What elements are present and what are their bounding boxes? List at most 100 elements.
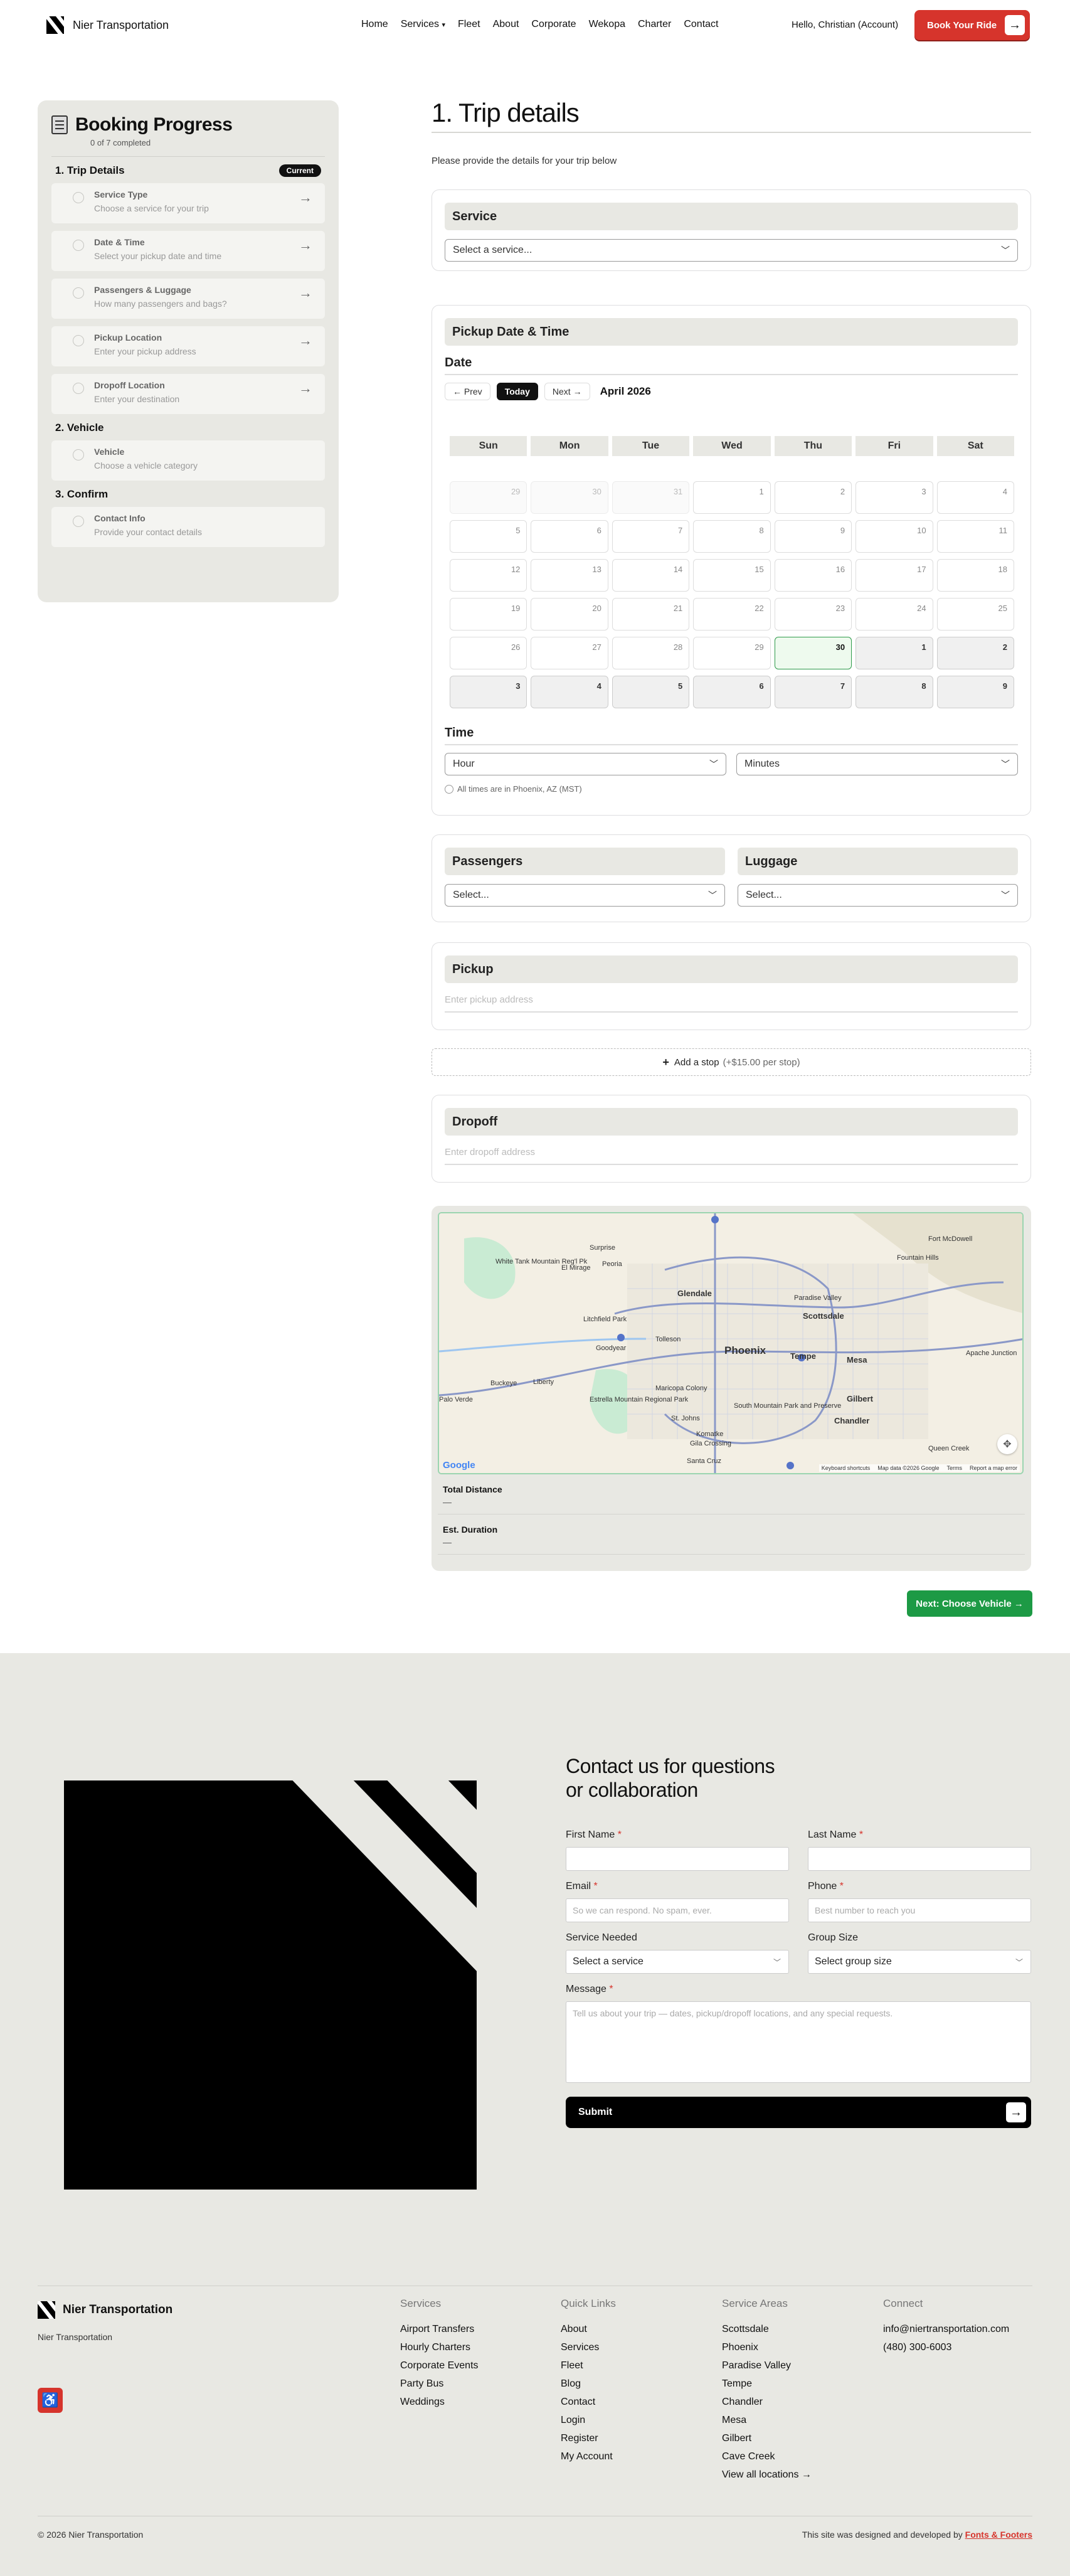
- map-place-label: Goodyear: [596, 1344, 627, 1352]
- message-textarea[interactable]: Tell us about your trip — dates, pickup/…: [566, 2001, 1031, 2083]
- footer-link[interactable]: Cave Creek: [722, 2451, 812, 2462]
- calendar-day[interactable]: 8: [855, 676, 933, 708]
- footer-link[interactable]: Contact: [561, 2397, 616, 2408]
- chevron-down-icon: ﹀: [1001, 245, 1010, 255]
- footer-link[interactable]: Weddings: [400, 2397, 479, 2408]
- footer-link[interactable]: Mesa: [722, 2415, 812, 2426]
- report-map-error-link[interactable]: Report a map error: [970, 1465, 1017, 1471]
- calendar-day: 27: [531, 637, 608, 669]
- calendar-day[interactable]: 9: [936, 676, 1014, 708]
- accessibility-icon[interactable]: ♿: [38, 2388, 63, 2413]
- footer-link[interactable]: Gilbert: [722, 2433, 812, 2444]
- service-select[interactable]: Select a service... ﹀: [445, 239, 1018, 262]
- nav-wekopa[interactable]: Wekopa: [589, 19, 625, 30]
- calendar-day-today[interactable]: 30: [774, 637, 852, 669]
- step-date-time[interactable]: Date & Time Select your pickup date and t…: [51, 231, 325, 271]
- calendar-day[interactable]: 6: [693, 676, 771, 708]
- nav-about[interactable]: About: [493, 19, 519, 30]
- step-service-type[interactable]: Service Type Choose a service for your tr…: [51, 183, 325, 223]
- map-place-label: Buckeye: [490, 1380, 517, 1387]
- step-pickup-location[interactable]: Pickup Location Enter your pickup address…: [51, 326, 325, 366]
- footer-link[interactable]: Services: [561, 2342, 616, 2353]
- calendar-day[interactable]: 4: [531, 676, 608, 708]
- arrow-right-icon: →: [299, 380, 312, 396]
- brand-logo[interactable]: Nier Transportation: [46, 16, 169, 34]
- calendar-day: 25: [936, 598, 1014, 631]
- map-place-label: Scottsdale: [803, 1311, 844, 1321]
- next-choose-vehicle-button[interactable]: Next: Choose Vehicle →: [907, 1590, 1032, 1617]
- terms-link[interactable]: Terms: [946, 1465, 962, 1471]
- prev-month-button[interactable]: ← Prev: [445, 383, 490, 400]
- page: Nier Transportation Home Services ▾ Flee…: [0, 0, 1070, 2576]
- calendar-day: 21: [612, 598, 690, 631]
- minutes-select[interactable]: Minutes ﹀: [736, 753, 1018, 775]
- footer-logo[interactable]: Nier Transportation: [38, 2301, 172, 2319]
- footer-link[interactable]: Scottsdale: [722, 2324, 812, 2335]
- calendar-day[interactable]: 2: [936, 637, 1014, 669]
- nav-corporate[interactable]: Corporate: [531, 19, 576, 30]
- calendar-day[interactable]: 3: [450, 676, 527, 708]
- timezone-note: All times are in Phoenix, AZ (MST): [445, 784, 1018, 794]
- account-link[interactable]: Hello, Christian (Account): [792, 19, 898, 30]
- email-input[interactable]: So we can respond. No spam, ever.: [566, 1898, 789, 1922]
- hour-select[interactable]: Hour ﹀: [445, 753, 726, 775]
- footer-link[interactable]: Corporate Events: [400, 2360, 479, 2371]
- first-name-input[interactable]: [566, 1847, 789, 1871]
- map-place-label: Chandler: [834, 1416, 869, 1425]
- footer-link[interactable]: Airport Transfers: [400, 2324, 479, 2335]
- footer-link[interactable]: About: [561, 2324, 616, 2335]
- nav-services[interactable]: Services ▾: [401, 19, 445, 30]
- route-map[interactable]: Surprise Fort McDowell Fountain Hills White…: [438, 1212, 1024, 1474]
- calendar-grid: 29 30 31 1 2 3 4 5 6 7 8 9 10 11 12 13 14 15 16 17 18 19 20 21 2…: [450, 481, 1014, 708]
- footer-link[interactable]: Tempe: [722, 2378, 812, 2390]
- group-size-select[interactable]: Select group size ﹀: [808, 1950, 1031, 1974]
- phone-input[interactable]: Best number to reach you: [808, 1898, 1031, 1922]
- footer-link[interactable]: Phoenix: [722, 2342, 812, 2353]
- footer-link[interactable]: Paradise Valley: [722, 2360, 812, 2371]
- footer-link[interactable]: info@niertransportation.com: [883, 2324, 1009, 2335]
- pickup-datetime-card: Pickup Date & Time Date ← Prev Today Nex…: [432, 305, 1031, 816]
- footer-link[interactable]: View all locations →: [722, 2469, 812, 2481]
- dropoff-address-input[interactable]: Enter dropoff address: [445, 1147, 1018, 1165]
- nav-fleet[interactable]: Fleet: [458, 19, 480, 30]
- step-passengers-luggage[interactable]: Passengers & Luggage How many passengers …: [51, 279, 325, 319]
- label-text: Message: [566, 1984, 607, 1994]
- footer-link[interactable]: Blog: [561, 2378, 616, 2390]
- footer-link[interactable]: Chandler: [722, 2397, 812, 2408]
- footer-link[interactable]: Register: [561, 2433, 616, 2444]
- submit-button[interactable]: Submit →: [566, 2097, 1031, 2128]
- footer-link[interactable]: Login: [561, 2415, 616, 2426]
- dropoff-card: Dropoff Enter dropoff address: [432, 1095, 1031, 1183]
- fullscreen-toggle-icon[interactable]: ✥: [997, 1434, 1017, 1454]
- map-attribution: Keyboard shortcuts Map data ©2026 Google…: [818, 1464, 1020, 1472]
- add-stop-button[interactable]: + Add a stop (+$15.00 per stop): [432, 1048, 1031, 1076]
- pickup-heading: Pickup: [445, 955, 1018, 983]
- site-credit: This site was designed and developed by …: [800, 2530, 1032, 2540]
- keyboard-shortcuts-link[interactable]: Keyboard shortcuts: [822, 1465, 871, 1471]
- footer-link[interactable]: My Account: [561, 2451, 616, 2462]
- calendar-day[interactable]: 5: [612, 676, 690, 708]
- nav-charter[interactable]: Charter: [638, 19, 671, 30]
- calendar-day[interactable]: 1: [855, 637, 933, 669]
- footer-link[interactable]: Hourly Charters: [400, 2342, 479, 2353]
- pickup-address-input[interactable]: Enter pickup address: [445, 994, 1018, 1013]
- today-button[interactable]: Today: [496, 383, 538, 400]
- last-name-label: Last Name *: [808, 1829, 863, 1841]
- step-dropoff-location[interactable]: Dropoff Location Enter your destination →: [51, 374, 325, 414]
- last-name-input[interactable]: [808, 1847, 1031, 1871]
- nav-home[interactable]: Home: [361, 19, 388, 30]
- nav-contact[interactable]: Contact: [684, 19, 718, 30]
- brand-name: Nier Transportation: [73, 18, 169, 31]
- footer-link[interactable]: (480) 300-6003: [883, 2342, 1009, 2353]
- credit-link[interactable]: Fonts & Footers: [965, 2530, 1032, 2540]
- footer-link[interactable]: Party Bus: [400, 2378, 479, 2390]
- passengers-select[interactable]: Select... ﹀: [445, 884, 725, 907]
- service-needed-select[interactable]: Select a service ﹀: [566, 1950, 789, 1974]
- next-month-button[interactable]: Next →: [544, 383, 590, 400]
- chevron-down-icon: ﹀: [773, 1958, 781, 1967]
- calendar-day: 6: [531, 520, 608, 553]
- luggage-select[interactable]: Select... ﹀: [738, 884, 1018, 907]
- book-your-ride-button[interactable]: Book Your Ride →: [914, 10, 1030, 40]
- calendar-day[interactable]: 7: [774, 676, 852, 708]
- footer-link[interactable]: Fleet: [561, 2360, 616, 2371]
